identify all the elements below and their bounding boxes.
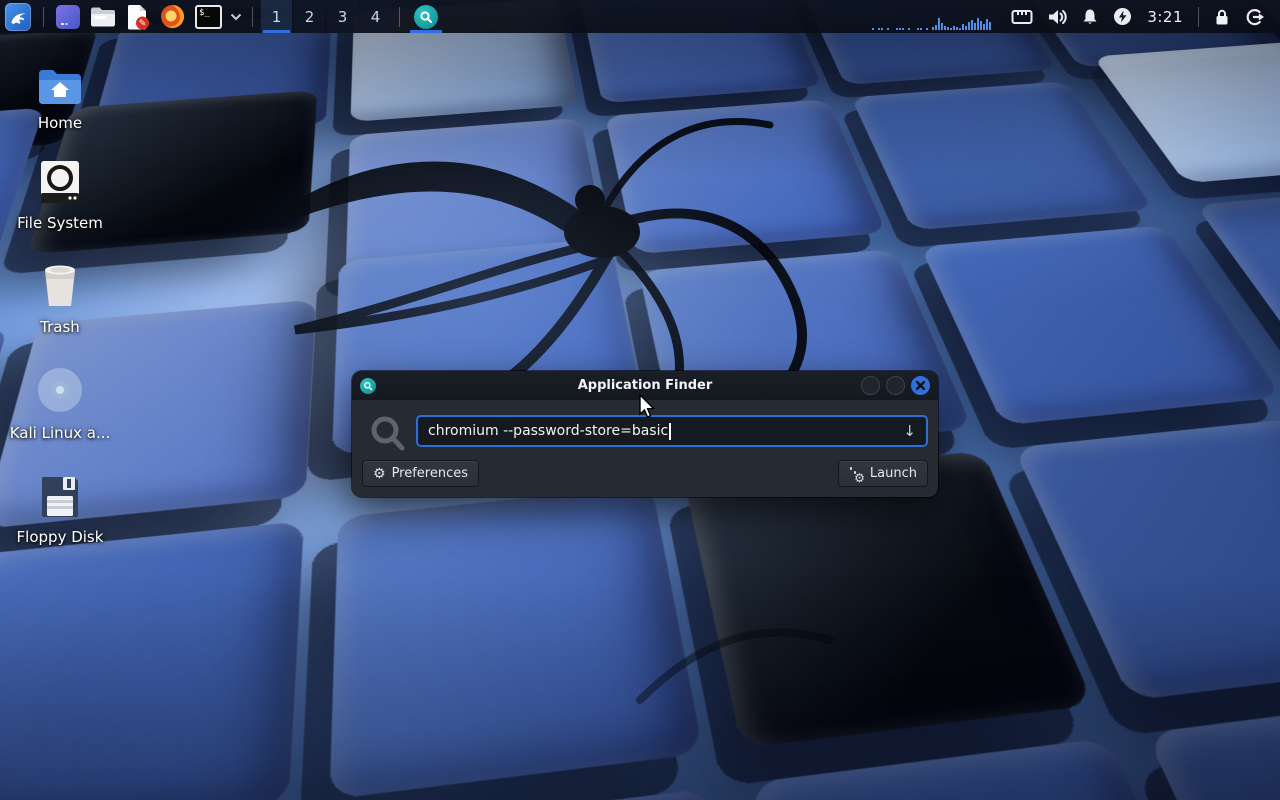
firefox-icon xyxy=(160,4,185,29)
desktop-icon-label: Floppy Disk xyxy=(17,528,104,546)
close-icon xyxy=(916,381,925,390)
terminal-dropdown-button[interactable] xyxy=(227,0,245,33)
workspace-number: 3 xyxy=(338,8,348,26)
desktop-icon-kali-cd[interactable]: Kali Linux a... xyxy=(10,368,110,442)
workspace-number: 1 xyxy=(272,8,282,26)
lock-screen-button[interactable] xyxy=(1206,0,1238,33)
preferences-button-label: Preferences xyxy=(392,466,468,481)
application-finder-window: Application Finder chromium --password-s… xyxy=(352,371,938,497)
applications-menu-button[interactable] xyxy=(0,0,36,33)
terminal-prompt-glyph: $_ xyxy=(199,8,210,18)
dialog-button-row: ⚙ Preferences ⚙ Launch xyxy=(362,460,928,487)
bell-icon xyxy=(1081,8,1099,26)
desktop-icon-home[interactable]: Home xyxy=(10,58,110,132)
desktop-icon-trash[interactable]: Trash xyxy=(10,262,110,336)
kali-logo-icon xyxy=(5,3,31,31)
launcher-text-editor[interactable]: ✎ xyxy=(121,0,155,33)
gear-icon: ⚙ xyxy=(373,467,386,481)
panel-separator xyxy=(399,7,400,27)
home-folder-icon xyxy=(37,58,83,104)
window-title: Application Finder xyxy=(352,378,938,393)
panel-separator xyxy=(252,7,253,27)
maximize-button[interactable] xyxy=(886,376,905,395)
launcher-firefox[interactable] xyxy=(155,0,190,33)
top-panel: ✎ $_ 1 2 3 xyxy=(0,0,1280,33)
panel-separator xyxy=(43,7,44,27)
volume-icon xyxy=(1047,8,1067,26)
preferences-button[interactable]: ⚙ Preferences xyxy=(362,460,479,487)
launcher-file-manager[interactable] xyxy=(85,0,121,33)
text-caret xyxy=(669,423,671,440)
launch-run-icon: ⚙ xyxy=(849,466,864,481)
volume-tray-button[interactable] xyxy=(1040,0,1074,33)
workspace-pager: 1 2 3 4 xyxy=(260,0,392,33)
workspace-2-button[interactable]: 2 xyxy=(294,0,325,33)
desktop-icon-label: Home xyxy=(38,114,82,132)
logout-icon xyxy=(1245,8,1265,26)
floppy-disk-icon xyxy=(39,472,81,518)
panel-left-group: ✎ $_ 1 2 3 xyxy=(0,0,445,33)
workspace-4-button[interactable]: 4 xyxy=(360,0,391,33)
power-manager-icon xyxy=(1113,7,1132,26)
window-controls xyxy=(861,376,930,395)
close-button[interactable] xyxy=(911,376,930,395)
desktop-icon-floppy[interactable]: Floppy Disk xyxy=(10,472,110,546)
cdrom-disc-icon xyxy=(36,368,84,414)
lock-icon xyxy=(1213,8,1231,26)
logout-button[interactable] xyxy=(1238,0,1272,33)
workspace-1-button[interactable]: 1 xyxy=(261,0,292,33)
notifications-tray-button[interactable] xyxy=(1074,0,1106,33)
trash-bin-icon xyxy=(39,262,81,308)
launcher-terminal[interactable]: $_ xyxy=(190,0,227,33)
desktop-icon-label: Trash xyxy=(40,318,80,336)
power-manager-tray-button[interactable] xyxy=(1106,0,1139,33)
network-monitor-graph[interactable] xyxy=(872,4,994,30)
document-edit-icon: ✎ xyxy=(126,4,150,30)
folder-icon xyxy=(90,6,116,28)
svg-text:✎: ✎ xyxy=(139,19,147,29)
panel-separator xyxy=(1198,7,1199,27)
panel-clock[interactable]: 3:21 xyxy=(1139,8,1191,26)
launch-button[interactable]: ⚙ Launch xyxy=(838,460,928,487)
window-app-icon xyxy=(56,5,80,29)
launch-button-label: Launch xyxy=(870,466,917,481)
search-icon xyxy=(368,414,408,454)
search-input[interactable]: chromium --password-store=basic ↓ xyxy=(416,415,928,447)
app-finder-icon xyxy=(414,5,438,29)
workspace-number: 2 xyxy=(305,8,315,26)
network-icon xyxy=(1011,9,1033,25)
search-input-value: chromium --password-store=basic xyxy=(428,423,668,439)
desktop-icon-filesystem[interactable]: File System xyxy=(10,158,110,232)
workspace-number: 4 xyxy=(371,8,381,26)
chevron-down-icon xyxy=(230,13,242,21)
panel-right-group: 3:21 xyxy=(872,0,1280,33)
dropdown-arrow-icon[interactable]: ↓ xyxy=(903,422,916,440)
terminal-icon: $_ xyxy=(195,5,222,29)
network-tray-button[interactable] xyxy=(1004,0,1040,33)
desktop-icon-label: Kali Linux a... xyxy=(10,424,111,442)
launcher-window-app[interactable] xyxy=(51,0,85,33)
workspace-3-button[interactable]: 3 xyxy=(327,0,358,33)
filesystem-drive-icon xyxy=(39,158,81,204)
desktop-icon-label: File System xyxy=(17,214,103,232)
app-finder-taskbar-button[interactable] xyxy=(407,0,445,33)
mouse-cursor xyxy=(637,394,659,420)
minimize-button[interactable] xyxy=(861,376,880,395)
